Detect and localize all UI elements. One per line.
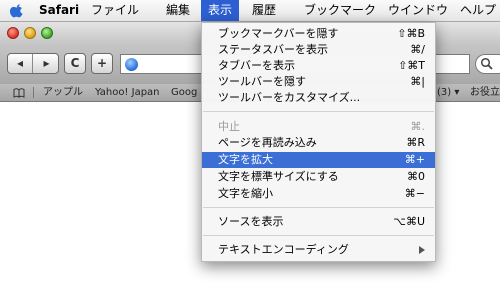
menu-app-safari[interactable]: Safari [39, 0, 79, 21]
menu-item-make-text-bigger[interactable]: 文字を拡大 ⌘+ [202, 152, 435, 168]
magnifier-icon [480, 57, 493, 70]
menu-item-stop: 中止 ⌘. [218, 120, 425, 133]
bookmark-google[interactable]: Goog [171, 84, 197, 101]
open-book-icon[interactable] [13, 88, 25, 98]
menu-separator [203, 207, 434, 208]
forward-button[interactable]: ▸ [34, 54, 59, 73]
menu-item-text-encoding[interactable]: テキストエンコーディング [202, 242, 435, 258]
view-menu: ブックマークバーを隠す ⇧⌘B ステータスバーを表示 ⌘/ タブバーを表示 ⇧⌘… [201, 22, 436, 262]
menu-item-make-text-normal-size[interactable]: 文字を標準サイズにする ⌘0 [202, 169, 435, 185]
bookmark-apple[interactable]: アップル [43, 84, 83, 101]
menu-separator [203, 111, 434, 112]
apple-icon[interactable] [10, 3, 24, 18]
menu-bookmarks[interactable]: ブックマーク [302, 0, 378, 21]
menu-item-reload-page[interactable]: ページを再読み込み ⌘R [202, 135, 435, 151]
menu-window[interactable]: ウインドウ [386, 0, 450, 21]
menu-item-customize-toolbar[interactable]: ツールバーをカスタマイズ... [202, 90, 435, 106]
menu-history[interactable]: 履歴 [250, 0, 278, 21]
menu-item-hide-toolbar[interactable]: ツールバーを隠す ⌘| [202, 74, 435, 90]
add-bookmark-button[interactable]: + [91, 53, 113, 74]
menu-help[interactable]: ヘルプ [458, 0, 498, 21]
bookmark-yahoo-japan[interactable]: Yahoo! Japan [95, 84, 160, 101]
bookmark-folder-menu[interactable]: (3) ▾ [437, 84, 459, 101]
menu-item-hide-bookmarks-bar[interactable]: ブックマークバーを隠す ⇧⌘B [202, 26, 435, 42]
menu-edit[interactable]: 編集 [164, 0, 192, 21]
menu-separator [203, 235, 434, 236]
globe-icon [125, 58, 138, 71]
menu-item-show-tab-bar[interactable]: タブバーを表示 ⇧⌘T [202, 58, 435, 74]
back-button[interactable]: ◂ [8, 54, 33, 73]
zoom-button[interactable] [41, 27, 53, 39]
menu-item-show-status-bar[interactable]: ステータスバーを表示 ⌘/ [202, 42, 435, 58]
bookmarks-divider [33, 87, 34, 98]
search-field[interactable] [475, 54, 500, 74]
minimize-button[interactable] [24, 27, 36, 39]
menu-view[interactable]: 表示 [201, 0, 240, 21]
submenu-arrow-icon [419, 246, 425, 254]
menu-item-view-source[interactable]: ソースを表示 ⌥⌘U [202, 214, 435, 230]
menu-file[interactable]: ファイル [89, 0, 141, 21]
bookmark-useful[interactable]: お役立ち [470, 84, 500, 101]
screen: Safari ファイル 編集 表示 履歴 ブックマーク ウインドウ ヘルプ ◂ … [0, 0, 500, 283]
back-forward-control: ◂ ▸ [7, 53, 59, 74]
menu-item-make-text-smaller[interactable]: 文字を縮小 ⌘− [202, 186, 435, 202]
menu-bar: Safari ファイル 編集 表示 履歴 ブックマーク ウインドウ ヘルプ [0, 0, 500, 22]
reload-button[interactable]: C [64, 53, 86, 74]
close-button[interactable] [7, 27, 19, 39]
